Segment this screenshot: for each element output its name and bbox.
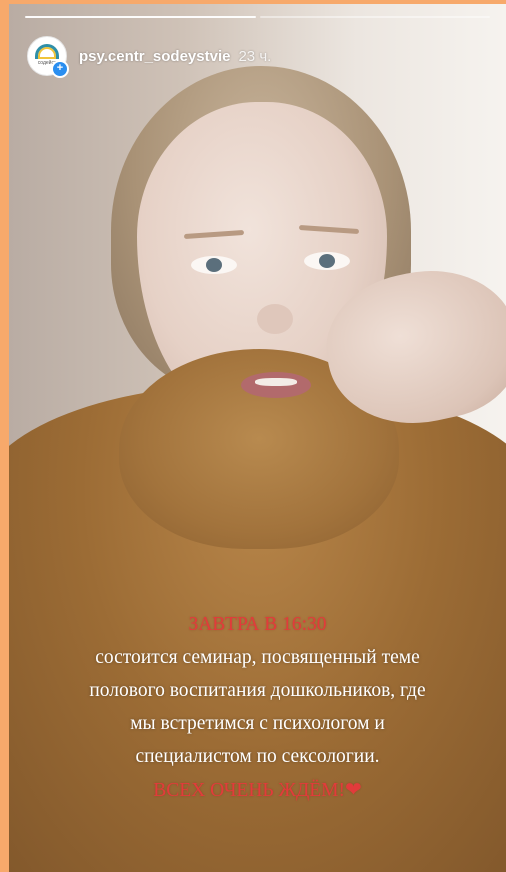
- caption-line: мы встретимся с психологом и: [130, 713, 385, 734]
- caption-closing-text: ВСЕХ ОЧЕНЬ ЖДЁМ!: [153, 780, 345, 801]
- story-progress-bar: [25, 16, 490, 18]
- story-caption: ЗАВТРА В 16:30 состоится семинар, посвящ…: [9, 608, 506, 807]
- story-header: содейст + psy.centr_sodeystvie 23 ч.: [27, 32, 271, 80]
- caption-headline: ЗАВТРА В 16:30: [188, 614, 327, 635]
- caption-line: полового воспитания дошкольников, где: [89, 680, 426, 701]
- username-link[interactable]: psy.centr_sodeystvie: [79, 48, 230, 65]
- caption-line: специалистом по сексологии.: [135, 746, 380, 767]
- caption-line: состоится семинар, посвященный теме: [95, 647, 420, 668]
- progress-segment: [25, 16, 256, 18]
- heart-icon: ❤: [344, 777, 362, 801]
- progress-segment: [259, 16, 490, 18]
- caption-closing: ВСЕХ ОЧЕНЬ ЖДЁМ!❤: [9, 773, 506, 807]
- story-timestamp: 23 ч.: [238, 47, 272, 65]
- story-frame[interactable]: содейст + psy.centr_sodeystvie 23 ч. ЗАВ…: [9, 4, 506, 872]
- add-story-icon[interactable]: +: [51, 60, 69, 78]
- avatar[interactable]: содейст +: [27, 36, 69, 78]
- rainbow-logo-icon: [35, 44, 59, 59]
